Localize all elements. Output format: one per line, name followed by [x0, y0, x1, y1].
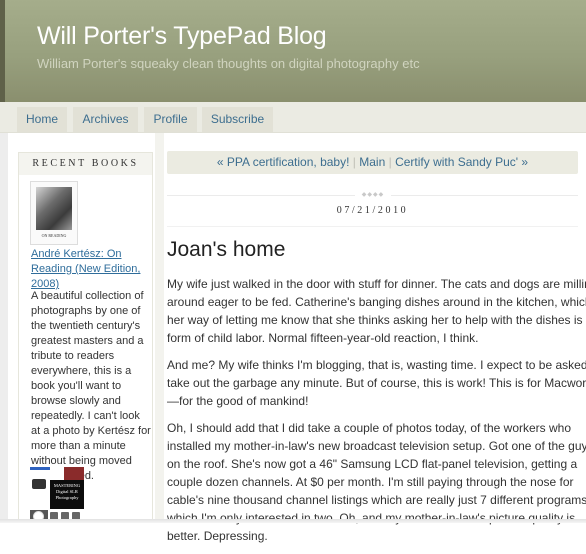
window-bottom-edge — [0, 519, 586, 523]
column-divider — [155, 133, 164, 523]
tab-archives[interactable]: Archives — [73, 107, 138, 132]
nav-bar: Home Archives Profile Subscribe — [0, 102, 586, 133]
blog-subtitle: William Porter's squeaky clean thoughts … — [37, 56, 420, 71]
text-line: cable's nine thousand channel listings w… — [167, 493, 586, 507]
book-cover-on-reading[interactable]: ON READING — [30, 181, 78, 245]
main-link[interactable]: Main — [359, 155, 385, 169]
tab-subscribe[interactable]: Subscribe — [202, 107, 273, 132]
text-line: on the roof. She's now got a 46" Samsung… — [167, 457, 578, 471]
text-line: take out the garbage any minute. But of … — [167, 376, 586, 390]
text-line: form of child labor. Normal fifteen-year… — [167, 331, 479, 345]
nav-separator: | — [388, 155, 392, 169]
text-line: My wife just walked in the door with stu… — [167, 277, 586, 291]
camera-icon — [32, 479, 46, 489]
book-link[interactable]: André Kertész: On Reading (New Edition, … — [31, 247, 149, 292]
cover-photo-red — [64, 467, 84, 480]
post-paragraph: And me? My wife thinks I'm blogging, tha… — [167, 356, 586, 410]
post-date: 07/21/2010 — [336, 205, 409, 216]
cover-band — [30, 467, 50, 470]
text-line: —for the good of mankind! — [167, 394, 309, 408]
date-ornament: ◆◆◆◆ — [355, 191, 391, 199]
nav-separator: | — [352, 155, 356, 169]
post-title[interactable]: Joan's home — [167, 238, 285, 262]
post-paragraph: My wife just walked in the door with stu… — [167, 275, 586, 347]
sidebar-gutter — [0, 133, 8, 523]
text-line: And me? My wife thinks I'm blogging, tha… — [167, 358, 586, 372]
header-edge — [0, 0, 5, 102]
prev-post-link[interactable]: « PPA certification, baby! — [217, 155, 350, 169]
book-cover-mastering-dslr[interactable]: MASTERING Digital SLR Photography — [30, 467, 84, 523]
tab-home[interactable]: Home — [17, 107, 67, 132]
book-cover-caption: ON READING — [41, 233, 67, 238]
text-line: better. Depressing. — [167, 529, 268, 543]
post-paragraph: Oh, I should add that I did take a coupl… — [167, 419, 586, 545]
text-line: couple dozen channels. At $0 per month. … — [167, 475, 574, 489]
text-line: around eager to be fed. Catherine's bang… — [167, 295, 586, 309]
recent-books-heading: RECENT BOOKS — [19, 153, 152, 175]
blog-header: Will Porter's TypePad Blog William Porte… — [0, 0, 586, 102]
text-line: Oh, I should add that I did take a coupl… — [167, 421, 572, 435]
book-description: A beautiful collection of photographs by… — [31, 290, 151, 482]
tab-profile[interactable]: Profile — [144, 107, 197, 132]
post-body: My wife just walked in the door with stu… — [167, 275, 586, 554]
cover-title: MASTERING Digital SLR Photography — [50, 480, 84, 509]
blog-title[interactable]: Will Porter's TypePad Blog — [37, 22, 327, 51]
post-navigation: « PPA certification, baby! | Main | Cert… — [167, 151, 578, 174]
text-line: her way of letting me know that she thin… — [167, 313, 586, 327]
next-post-link[interactable]: Certify with Sandy Puc' » — [395, 155, 528, 169]
book-cover-photo — [36, 187, 72, 230]
text-line: installed my mother-in-law's new broadca… — [167, 439, 586, 453]
date-divider-bottom — [167, 226, 578, 227]
